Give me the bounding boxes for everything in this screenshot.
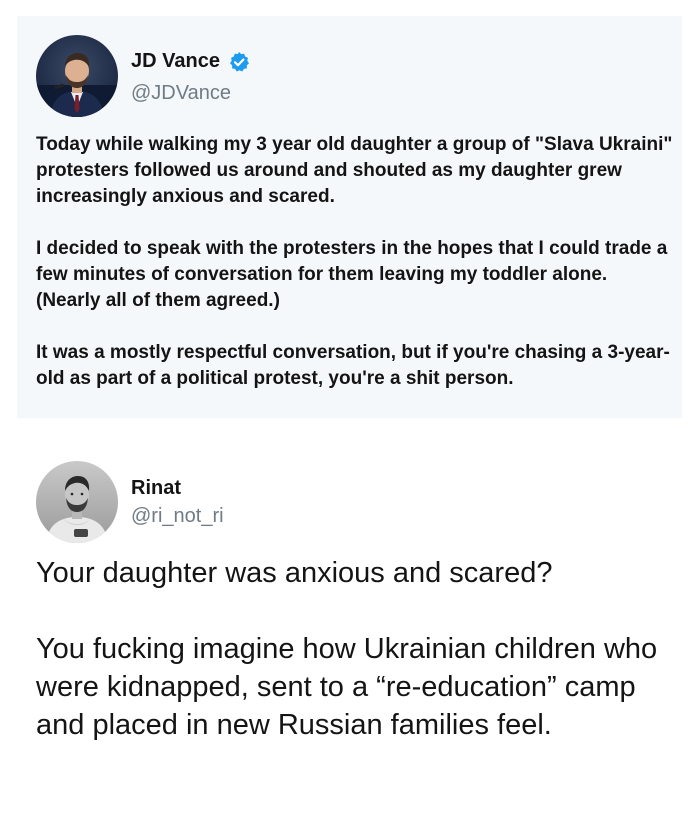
author-handle[interactable]: @JDVance (131, 82, 231, 105)
avatar-rinat[interactable] (36, 461, 118, 543)
tweet-paragraph: I decided to speak with the protesters i… (36, 238, 668, 311)
tweet-text: Today while walking my 3 year old daught… (36, 132, 676, 392)
tweet-card-jdvance[interactable]: JD Vance @JDVance Today while walking my… (17, 16, 682, 418)
author-name-row: JD Vance (131, 50, 250, 73)
author-name-row: Rinat (131, 477, 181, 500)
author-display-name[interactable]: Rinat (131, 477, 181, 500)
tweet-paragraph: It was a mostly respectful conversation,… (36, 342, 670, 389)
author-display-name[interactable]: JD Vance (131, 50, 220, 73)
tweet-paragraph: Today while walking my 3 year old daught… (36, 134, 673, 207)
tweet-paragraph: Your daughter was anxious and scared? (36, 557, 553, 589)
verified-badge-icon (228, 51, 250, 73)
tweet-text: Your daughter was anxious and scared? Yo… (36, 554, 676, 744)
tweet-paragraph: You fucking imagine how Ukrainian childr… (36, 633, 658, 741)
avatar-jdvance[interactable] (36, 35, 118, 117)
avatar-portrait-icon (36, 461, 118, 543)
tweet-card-rinat[interactable]: Rinat @ri_not_ri Your daughter was anxio… (17, 420, 682, 840)
author-handle[interactable]: @ri_not_ri (131, 505, 224, 528)
avatar-portrait-icon (36, 35, 118, 117)
